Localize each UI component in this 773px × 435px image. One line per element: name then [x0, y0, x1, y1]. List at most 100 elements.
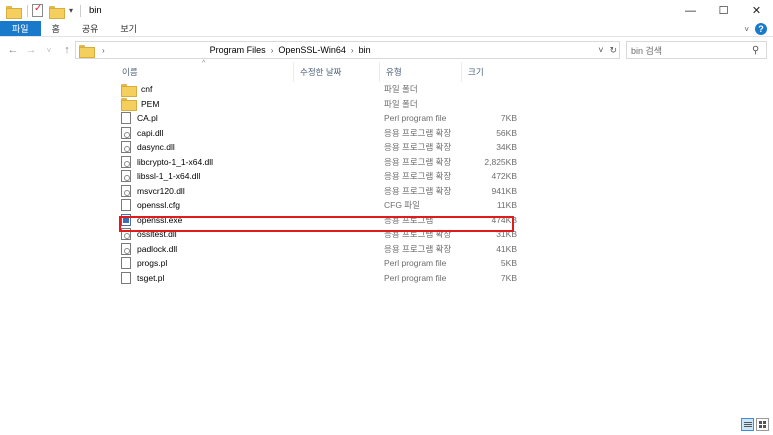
- properties-icon[interactable]: [32, 3, 46, 18]
- file-row[interactable]: ossltest.dll 응용 프로그램 확장 31KB: [116, 227, 526, 242]
- application-icon: [121, 213, 131, 226]
- file-type: 응용 프로그램 확장: [384, 243, 452, 254]
- close-button[interactable]: ✕: [740, 0, 773, 21]
- breadcrumb-bin[interactable]: bin: [359, 45, 371, 55]
- column-header-name-label: 이름: [122, 67, 138, 77]
- large-icons-view-icon[interactable]: [756, 418, 769, 431]
- file-rows: cnf 파일 폴더 PEM 파일 폴더 CA.pl Perl program file 7K…: [116, 82, 526, 285]
- file-list: ^ 이름 수정한 날짜 유형 크기 cnf 파일 폴더 PEM 파일 폴더 CA.pl P…: [116, 60, 773, 416]
- file-name-cell: PEM: [116, 98, 380, 112]
- file-name: progs.pl: [137, 258, 168, 269]
- file-size: 34KB: [496, 142, 517, 153]
- recent-locations-icon[interactable]: ˅: [40, 41, 58, 59]
- file-type: Perl program file: [384, 258, 447, 269]
- file-size: 7KB: [500, 113, 517, 124]
- maximize-button[interactable]: ☐: [707, 0, 740, 21]
- file-name-cell: capi.dll: [116, 126, 380, 139]
- file-icon: [121, 271, 131, 284]
- file-type: 파일 폴더: [384, 84, 418, 95]
- minimize-button[interactable]: —: [674, 0, 707, 21]
- search-icon[interactable]: ⚲: [752, 45, 766, 56]
- file-name: openssl.exe: [137, 214, 183, 225]
- file-row[interactable]: msvcr120.dll 응용 프로그램 확장 941KB: [116, 184, 526, 199]
- help-icon[interactable]: ?: [755, 23, 767, 35]
- column-header-name[interactable]: ^ 이름: [116, 60, 294, 82]
- file-row[interactable]: libcrypto-1_1-x64.dll 응용 프로그램 확장 2,825KB: [116, 155, 526, 170]
- sort-ascending-icon: ^: [202, 60, 206, 67]
- address-dropdown-icon[interactable]: ˅: [598, 45, 603, 55]
- details-view-icon[interactable]: [741, 418, 754, 431]
- column-headers: ^ 이름 수정한 날짜 유형 크기: [116, 60, 526, 82]
- file-type: 응용 프로그램: [384, 214, 434, 225]
- file-type: 파일 폴더: [384, 98, 418, 109]
- column-header-date[interactable]: 수정한 날짜: [294, 62, 380, 82]
- file-row[interactable]: tsget.pl Perl program file 7KB: [116, 271, 526, 286]
- file-icon: [121, 199, 131, 212]
- file-name: CA.pl: [137, 113, 158, 124]
- ribbon-tabs: 파일 홈 공유 보기 ˅ ?: [0, 21, 773, 37]
- dll-file-icon: [121, 228, 131, 241]
- tab-share[interactable]: 공유: [71, 21, 110, 36]
- file-row[interactable]: padlock.dll 응용 프로그램 확장 41KB: [116, 242, 526, 257]
- file-size: 11KB: [496, 200, 517, 211]
- file-row[interactable]: dasync.dll 응용 프로그램 확장 34KB: [116, 140, 526, 155]
- file-size: 474KB: [491, 214, 517, 225]
- search-box[interactable]: bin 검색 ⚲: [626, 41, 767, 59]
- tab-view[interactable]: 보기: [109, 21, 148, 36]
- breadcrumb-separator[interactable]: ›: [102, 46, 105, 55]
- file-type: 응용 프로그램 확장: [384, 185, 452, 196]
- new-folder-icon[interactable]: [49, 4, 65, 19]
- file-name-cell: CA.pl: [116, 112, 380, 125]
- file-size: 56KB: [496, 127, 517, 138]
- file-row[interactable]: progs.pl Perl program file 5KB: [116, 256, 526, 271]
- dll-file-icon: [121, 170, 131, 183]
- folder-icon[interactable]: [6, 4, 22, 19]
- dll-file-icon: [121, 141, 131, 154]
- dll-file-icon: [121, 242, 131, 255]
- file-row[interactable]: cnf 파일 폴더: [116, 82, 526, 97]
- file-name: ossltest.dll: [137, 229, 177, 240]
- back-button[interactable]: ←: [4, 41, 22, 59]
- file-type: Perl program file: [384, 272, 447, 283]
- search-input[interactable]: bin 검색: [631, 44, 752, 57]
- column-header-type[interactable]: 유형: [380, 62, 462, 82]
- breadcrumb-program-files[interactable]: Program Files: [210, 45, 266, 55]
- file-name-cell: padlock.dll: [116, 242, 380, 255]
- address-bar[interactable]: › Program Files › OpenSSL-Win64 › bin ˅ …: [75, 41, 620, 59]
- file-size: 5KB: [500, 258, 517, 269]
- breadcrumb-separator[interactable]: ›: [271, 46, 274, 55]
- column-header-size-label: 크기: [468, 67, 484, 77]
- file-type: 응용 프로그램 확장: [384, 156, 452, 167]
- refresh-icon[interactable]: ↻: [609, 45, 617, 56]
- title-bar: ▾ bin — ☐ ✕: [0, 0, 773, 21]
- customize-toolbar-icon[interactable]: ▾: [69, 6, 73, 15]
- file-name-cell: ossltest.dll: [116, 228, 380, 241]
- file-type: 응용 프로그램 확장: [384, 229, 452, 240]
- folder-icon: [79, 44, 95, 58]
- file-name: cnf: [141, 84, 153, 95]
- tab-file[interactable]: 파일: [0, 21, 41, 36]
- file-row[interactable]: CA.pl Perl program file 7KB: [116, 111, 526, 126]
- file-name: PEM: [141, 98, 160, 109]
- file-size: 941KB: [491, 185, 517, 196]
- expand-ribbon-icon[interactable]: ˅: [744, 25, 749, 34]
- breadcrumb-separator[interactable]: ›: [351, 46, 354, 55]
- breadcrumb: › Program Files › OpenSSL-Win64 › bin: [97, 45, 371, 55]
- file-row[interactable]: PEM 파일 폴더: [116, 97, 526, 112]
- breadcrumb-openssl-win64[interactable]: OpenSSL-Win64: [278, 45, 346, 55]
- up-button[interactable]: ↑: [58, 41, 76, 59]
- column-header-size[interactable]: 크기: [462, 62, 518, 82]
- file-name: libcrypto-1_1-x64.dll: [137, 156, 214, 167]
- navigation-pane: [0, 62, 112, 416]
- file-row[interactable]: openssl.exe 응용 프로그램 474KB: [116, 213, 526, 228]
- file-name-cell: libcrypto-1_1-x64.dll: [116, 155, 380, 168]
- file-row[interactable]: capi.dll 응용 프로그램 확장 56KB: [116, 126, 526, 141]
- address-controls: ˅ ↻: [598, 42, 617, 58]
- file-size: 2,825KB: [484, 156, 517, 167]
- file-row[interactable]: openssl.cfg CFG 파일 11KB: [116, 198, 526, 213]
- file-row[interactable]: libssl-1_1-x64.dll 응용 프로그램 확장 472KB: [116, 169, 526, 184]
- forward-button[interactable]: →: [22, 41, 40, 59]
- tab-home[interactable]: 홈: [41, 21, 71, 36]
- file-name: padlock.dll: [137, 243, 178, 254]
- status-bar: [0, 416, 773, 435]
